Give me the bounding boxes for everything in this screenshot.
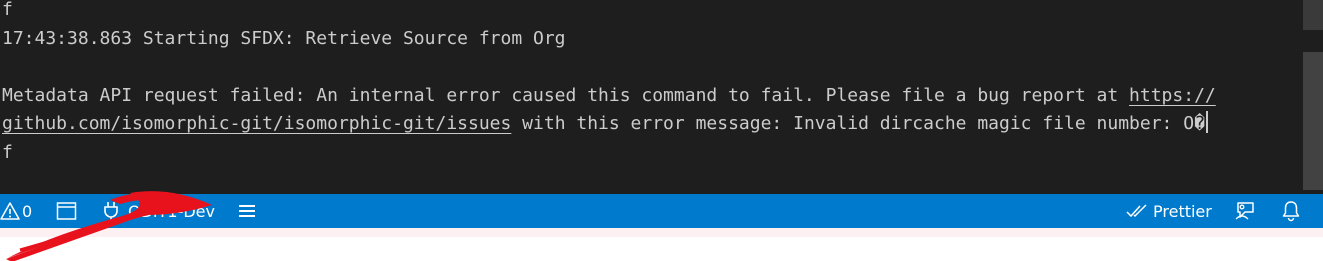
error-message-rest: with this error message: Invalid dircach… [511,113,1205,134]
error-message-text: Metadata API request failed: An internal… [2,84,1130,106]
terminal-line: f [2,0,13,20]
panel-layout-icon [56,201,77,221]
page-background-band [0,228,1323,237]
scrollbar-track-top [1303,0,1323,30]
feedback-button[interactable] [1234,194,1256,228]
issues-link-part-2[interactable]: github.com/isomorphic-git/isomorphic-git… [2,113,511,134]
check-double-icon [1126,202,1150,220]
problems-status-item[interactable]: 0 [0,194,38,228]
notifications-button[interactable] [1281,194,1301,228]
terminal-line: 17:43:38.863 Starting SFDX: Retrieve Sou… [2,27,566,49]
feedback-icon [1234,200,1256,222]
warnings-count: 0 [22,201,33,221]
terminal-error-line: Metadata API request failed: An internal… [2,82,1299,111]
issues-link-part-1[interactable]: https:// [1129,85,1216,106]
toggle-panel-button[interactable] [56,194,78,228]
terminal-output[interactable]: f 17:43:38.863 Starting SFDX: Retrieve S… [0,0,1323,194]
terminal-line: f [2,141,13,163]
warning-icon [0,201,20,221]
terminal-scrollbar[interactable] [1301,0,1323,194]
plug-icon [102,201,120,221]
bell-icon [1281,200,1301,222]
org-name: ODIT1-Dev [128,201,215,221]
prettier-label: Prettier [1153,201,1212,221]
terminal-error-line-continued: github.com/isomorphic-git/isomorphic-git… [2,110,1299,139]
prettier-status-button[interactable]: Prettier [1126,194,1212,228]
scrollbar-thumb[interactable] [1303,52,1323,190]
status-bar: 0 ODIT1-Dev Prettier [0,194,1323,228]
terminal-cursor [1205,111,1208,133]
command-list-button[interactable] [238,194,256,228]
default-org-button[interactable]: ODIT1-Dev [102,194,215,228]
list-icon [238,203,256,219]
